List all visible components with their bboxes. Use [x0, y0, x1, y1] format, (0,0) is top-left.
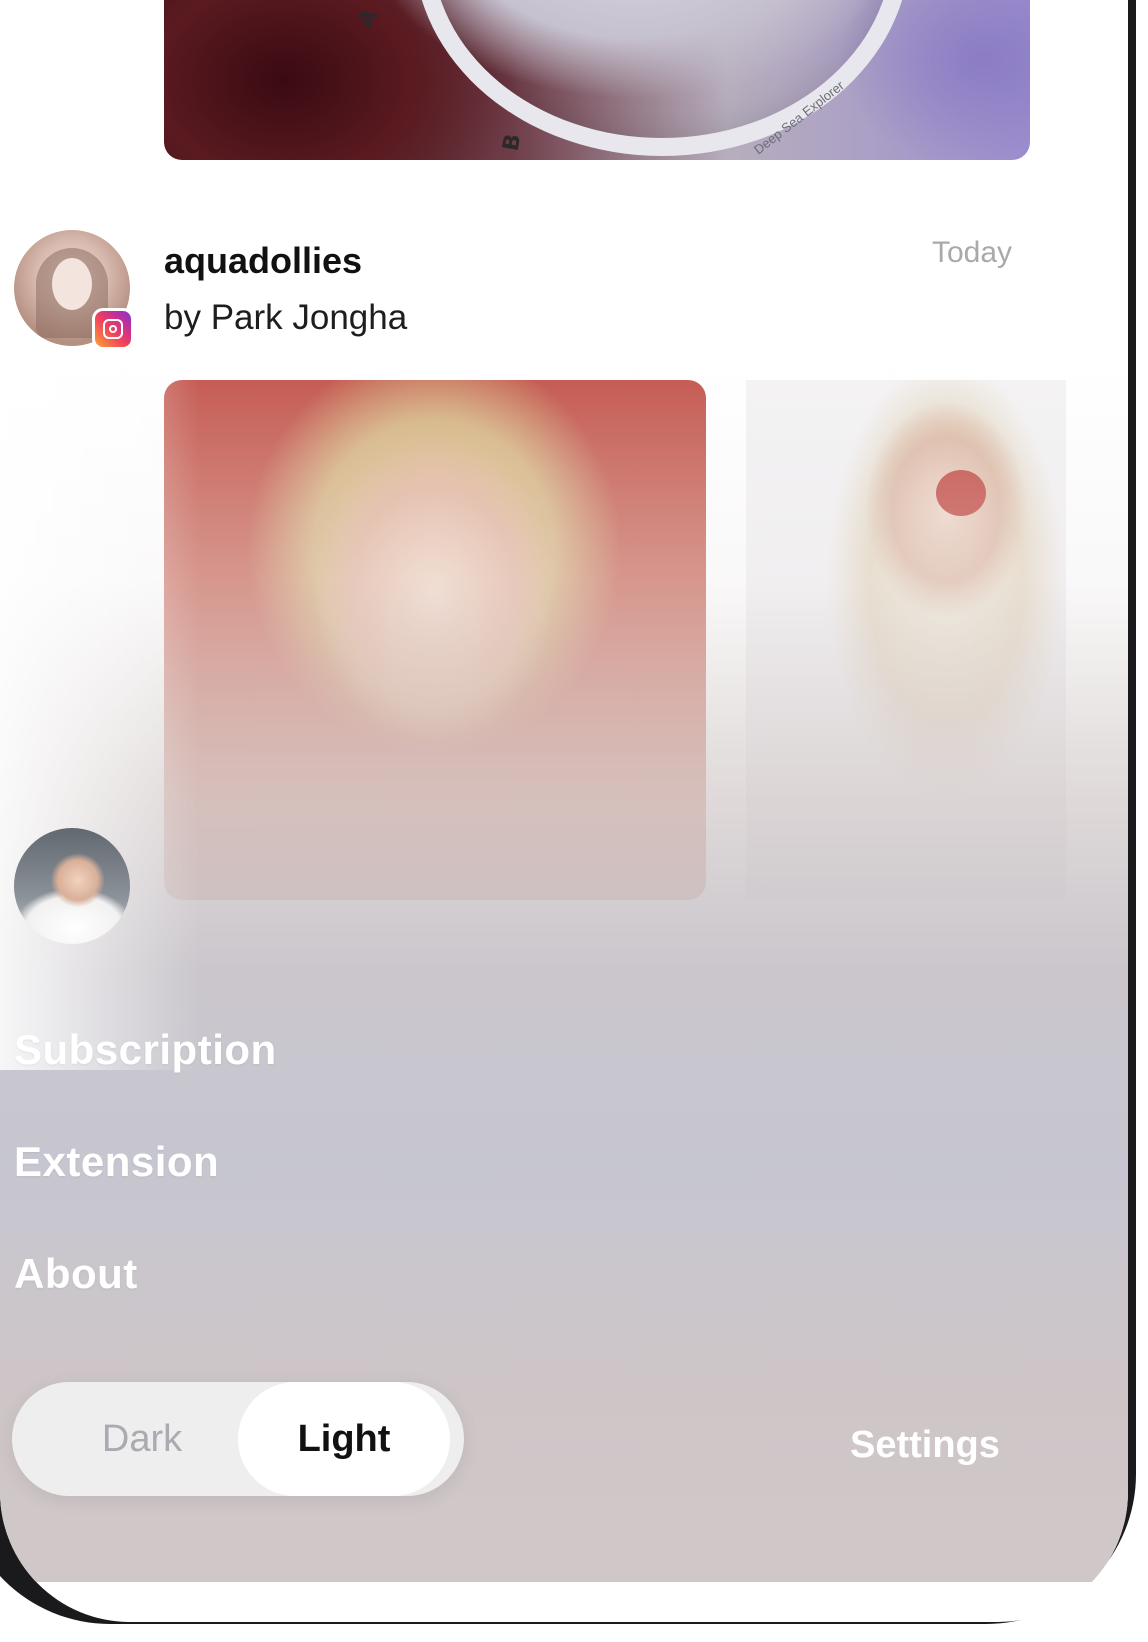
- post-timestamp: Today: [932, 236, 1013, 269]
- dial-letter-b: B: [498, 132, 527, 153]
- profile-avatar[interactable]: [14, 828, 130, 944]
- menu-item-extension[interactable]: Extension: [14, 1138, 219, 1186]
- drawer-glow: [0, 370, 200, 1070]
- theme-toggle: Dark Light: [12, 1382, 464, 1496]
- theme-option-dark[interactable]: Dark: [52, 1382, 232, 1496]
- theme-option-light[interactable]: Light: [238, 1382, 450, 1496]
- dial-letter-a: A: [353, 4, 384, 33]
- post-byline: by Park Jongha: [164, 298, 408, 337]
- avatar-face: [52, 258, 92, 310]
- phone-bezel: A B Deep Sea Explorer aquadollies by Par…: [0, 0, 1136, 1624]
- phone-screen: A B Deep Sea Explorer aquadollies by Par…: [0, 0, 1128, 1622]
- post-username[interactable]: aquadollies: [164, 240, 362, 282]
- menu-item-about[interactable]: About: [14, 1250, 138, 1298]
- post-image-watch[interactable]: A B Deep Sea Explorer: [164, 0, 1030, 160]
- instagram-icon: [92, 308, 134, 350]
- app-screen: A B Deep Sea Explorer aquadollies by Par…: [0, 0, 1148, 1642]
- settings-link[interactable]: Settings: [850, 1424, 1000, 1467]
- menu-item-subscription[interactable]: Subscription: [14, 1026, 277, 1074]
